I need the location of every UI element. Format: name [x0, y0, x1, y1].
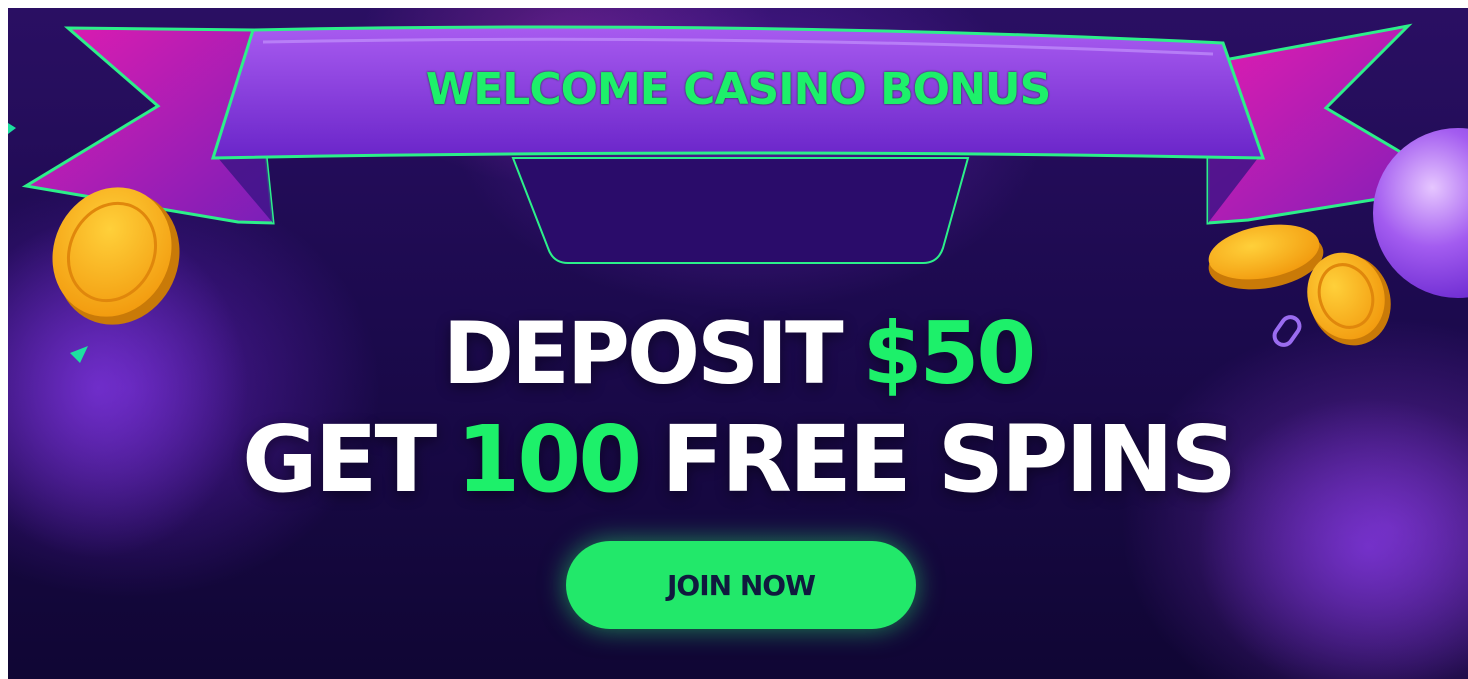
deposit-amount: $50 — [862, 304, 1037, 404]
get-label: GET — [242, 406, 437, 513]
ribbon-plate — [511, 157, 970, 264]
free-spins-label: FREE SPINS — [661, 406, 1237, 513]
headline-spins: GET 100 FREE SPINS — [8, 410, 1468, 510]
promo-banner: WELCOME CASINO BONUS DEPOSIT $50 GET 100 FR… — [8, 8, 1468, 679]
headline-deposit: DEPOSIT $50 — [8, 308, 1468, 400]
join-now-button[interactable]: JOIN NOW — [566, 541, 916, 629]
ribbon-title: WELCOME CASINO BONUS — [425, 64, 1052, 115]
deposit-label: DEPOSIT — [442, 304, 844, 404]
spins-count: 100 — [456, 406, 642, 513]
green-triangle — [8, 123, 16, 134]
